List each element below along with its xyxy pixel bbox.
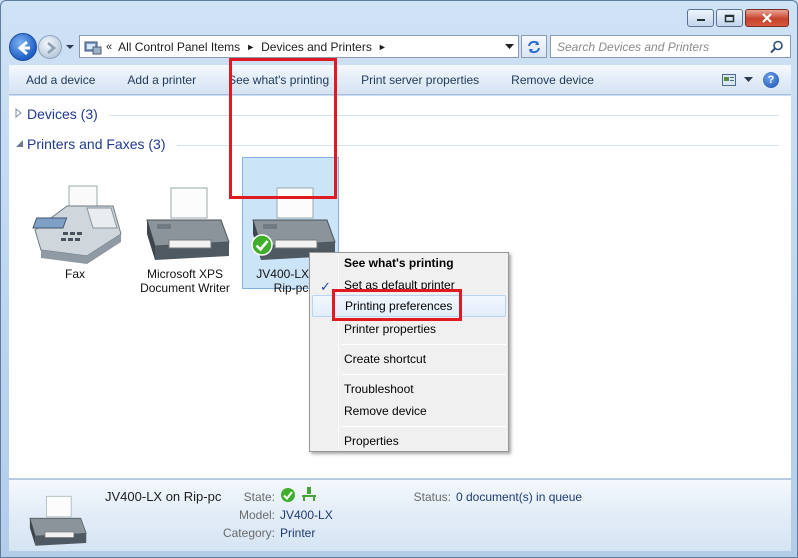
details-pane: JV400-LX on Rip-pc State: Model: JV400-L… [9, 479, 791, 551]
search-box[interactable] [550, 35, 791, 58]
chevron-down-icon [66, 45, 74, 49]
breadcrumb-separator[interactable]: ► [378, 42, 387, 52]
menu-item-troubleshoot[interactable]: Troubleshoot [312, 378, 506, 400]
default-printer-check-icon [251, 234, 273, 256]
menu-item-see-whats-printing[interactable]: See what's printing [312, 252, 506, 274]
command-bar: Add a device Add a printer See what's pr… [9, 65, 791, 95]
annotation-highlight-box [229, 58, 337, 199]
menu-separator [342, 344, 506, 345]
network-share-icon [302, 487, 316, 501]
printer-item-microsoft-xps[interactable]: Microsoft XPS Document Writer [135, 184, 235, 295]
maximize-button[interactable] [716, 9, 743, 27]
menu-item-printer-properties[interactable]: Printer properties [312, 318, 506, 340]
refresh-icon [528, 40, 540, 53]
close-icon [762, 13, 772, 23]
search-icon[interactable] [770, 40, 784, 54]
back-button[interactable] [9, 33, 37, 61]
add-printer-button[interactable]: Add a printer [110, 73, 211, 87]
print-server-properties-button[interactable]: Print server properties [344, 73, 494, 87]
breadcrumb-overflow[interactable]: « [106, 41, 112, 53]
caption-buttons [687, 9, 789, 27]
menu-separator [342, 426, 506, 427]
control-panel-icon [84, 41, 102, 54]
forward-arrow-icon [47, 42, 57, 54]
group-printers-and-faxes[interactable]: Printers and Faxes (3) [15, 136, 166, 152]
chevron-down-icon [744, 76, 753, 82]
breadcrumb-all-control-panel-items[interactable]: All Control Panel Items [118, 40, 240, 54]
annotation-highlight-box [332, 289, 462, 321]
details-title: JV400-LX on Rip-pc [105, 489, 222, 504]
maximize-icon [724, 14, 735, 22]
window-frame: « All Control Panel Items ► Devices and … [0, 0, 798, 558]
breadcrumb-devices-and-printers[interactable]: Devices and Printers [261, 40, 372, 54]
recent-pages-dropdown[interactable] [65, 41, 75, 53]
printer-icon [29, 495, 87, 546]
back-arrow-icon [17, 40, 30, 56]
menu-separator [342, 374, 506, 375]
group-printers-label: Printers and Faxes (3) [27, 136, 166, 152]
close-button[interactable] [745, 9, 789, 27]
state-label: State: [243, 490, 275, 504]
category-label: Category: [222, 526, 275, 540]
group-devices[interactable]: Devices (3) [15, 106, 98, 122]
address-bar[interactable]: « All Control Panel Items ► Devices and … [79, 35, 519, 58]
remove-device-button[interactable]: Remove device [494, 73, 609, 87]
group-divider [109, 115, 779, 116]
model-value: JV400-LX [280, 508, 333, 522]
forward-button[interactable] [38, 35, 62, 59]
printer-name-line2: Document Writer [140, 281, 230, 295]
add-device-button[interactable]: Add a device [9, 73, 110, 87]
refresh-button[interactable] [521, 35, 547, 58]
context-menu: See what's printing Set as default print… [309, 252, 509, 452]
view-icon [722, 73, 736, 86]
menu-item-create-shortcut[interactable]: Create shortcut [312, 348, 506, 370]
breadcrumb-separator[interactable]: ► [246, 42, 255, 52]
state-ok-icon [281, 488, 295, 502]
menu-item-remove-device[interactable]: Remove device [312, 400, 506, 422]
command-bar-right: ? [722, 71, 791, 88]
printer-name: Microsoft XPS [146, 267, 224, 281]
model-label: Model: [238, 508, 275, 522]
collapse-arrow-icon[interactable] [15, 139, 27, 150]
chevron-down-icon [504, 43, 514, 49]
view-options-button[interactable] [722, 73, 753, 86]
category-value: Printer [280, 526, 316, 540]
printer-name: Fax [64, 267, 85, 281]
group-devices-label: Devices (3) [27, 106, 98, 122]
search-input[interactable] [551, 36, 761, 57]
printer-icon [146, 187, 230, 260]
checkmark-icon: ✓ [320, 279, 331, 294]
printer-item-fax[interactable]: Fax [25, 184, 125, 281]
minimize-icon [696, 19, 705, 21]
minimize-button[interactable] [687, 9, 714, 27]
navigation-bar: « All Control Panel Items ► Devices and … [9, 33, 791, 61]
help-icon[interactable]: ? [763, 71, 779, 88]
expand-arrow-icon[interactable] [15, 107, 27, 120]
menu-item-properties[interactable]: Properties [312, 430, 506, 452]
status-label: Status: [413, 490, 451, 504]
address-dropdown[interactable] [500, 36, 518, 57]
fax-icon [32, 185, 122, 264]
status-value: 0 document(s) in queue [456, 490, 583, 504]
